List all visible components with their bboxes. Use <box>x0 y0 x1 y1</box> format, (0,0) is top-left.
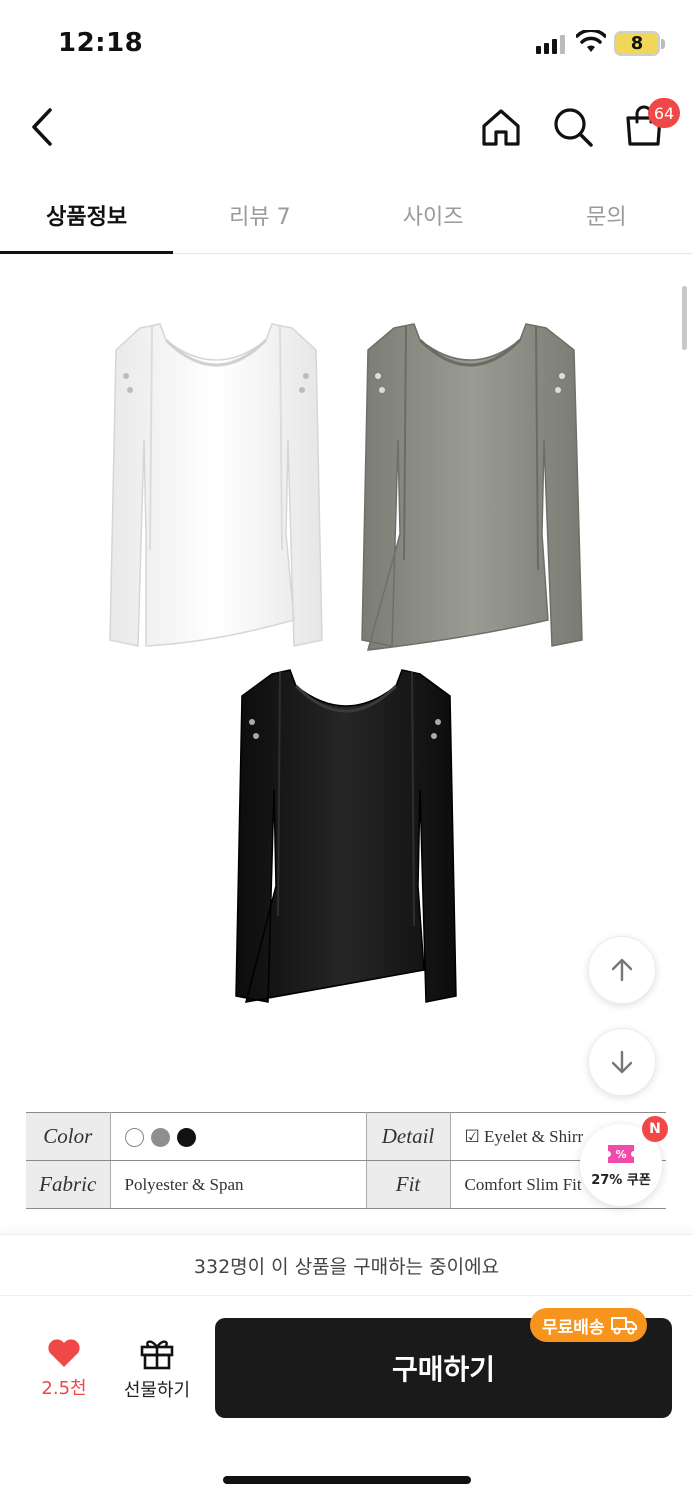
battery-nub <box>661 39 665 49</box>
spec-color-key: Color <box>26 1112 111 1161</box>
coupon-ticket-icon: % <box>608 1144 634 1163</box>
product-black-top <box>235 669 457 1003</box>
buying-now-text: 332명이 이 상품을 구매하는 중이에요 <box>193 1255 500 1278</box>
arrow-up-icon <box>611 958 633 982</box>
free-shipping-badge: 무료배송 <box>530 1308 647 1342</box>
scroll-down-button[interactable] <box>588 1028 656 1096</box>
svg-text:%: % <box>615 1148 626 1161</box>
tab-reviews[interactable]: 리뷰 7 <box>173 176 346 253</box>
swatch-black <box>177 1127 196 1147</box>
tab-inquiry[interactable]: 문의 <box>520 176 693 253</box>
home-indicator[interactable] <box>223 1476 471 1484</box>
product-gray-top <box>361 323 583 651</box>
buying-now-banner: 332명이 이 상품을 구매하는 중이에요 <box>0 1234 693 1296</box>
scroll-up-button[interactable] <box>588 936 656 1004</box>
like-count: 2.5천 <box>41 1378 87 1399</box>
gift-button[interactable]: 선물하기 <box>116 1336 198 1402</box>
battery-level: 8 <box>630 33 644 54</box>
search-icon[interactable] <box>550 104 596 150</box>
bottom-action-bar: 2.5천 선물하기 구매하기 무료배송 <box>0 1296 693 1500</box>
free-shipping-label: 무료배송 <box>542 1317 605 1338</box>
swatch-white <box>124 1127 144 1147</box>
spec-color-swatches <box>110 1112 367 1161</box>
home-icon[interactable] <box>478 104 524 150</box>
tab-size[interactable]: 사이즈 <box>347 176 520 253</box>
heart-icon <box>48 1339 80 1367</box>
spec-fabric-value: Polyester & Span <box>110 1160 367 1209</box>
top-nav: 64 <box>0 88 693 168</box>
status-bar: 12:18 8 <box>0 0 693 88</box>
checkbox-icon: ☑ <box>464 1126 484 1146</box>
wifi-icon <box>576 30 606 52</box>
delivery-truck-icon <box>610 1317 637 1335</box>
swatch-gray <box>150 1127 170 1147</box>
like-button[interactable]: 2.5천 <box>30 1338 98 1400</box>
spec-detail-key: Detail <box>366 1112 451 1161</box>
product-white-top <box>109 323 323 647</box>
gift-icon <box>140 1340 174 1370</box>
gift-label: 선물하기 <box>123 1380 191 1401</box>
coupon-new-badge: N <box>642 1116 668 1142</box>
status-time: 12:18 <box>58 28 144 58</box>
battery-indicator: 8 <box>614 31 660 56</box>
coupon-label: 27% 쿠폰 <box>591 1172 651 1188</box>
spec-fabric-key: Fabric <box>26 1160 111 1209</box>
cart-count-badge: 64 <box>648 98 680 128</box>
back-arrow-icon[interactable] <box>24 104 64 150</box>
cellular-signal-icon <box>536 35 565 54</box>
spec-fit-key: Fit <box>366 1160 451 1209</box>
product-tabs: 상품정보 리뷰 7 사이즈 문의 <box>0 176 693 254</box>
arrow-down-icon <box>611 1050 633 1074</box>
spec-table: Color Detail ☑ Eyelet & Shirr Fabric Pol… <box>26 1112 666 1209</box>
spec-row: Fabric Polyester & Span Fit Comfort Slim… <box>26 1160 666 1209</box>
spec-row: Color Detail ☑ Eyelet & Shirr <box>26 1112 666 1161</box>
spec-detail-value: Eyelet & Shirr <box>484 1126 584 1146</box>
tab-product-info[interactable]: 상품정보 <box>0 176 174 254</box>
